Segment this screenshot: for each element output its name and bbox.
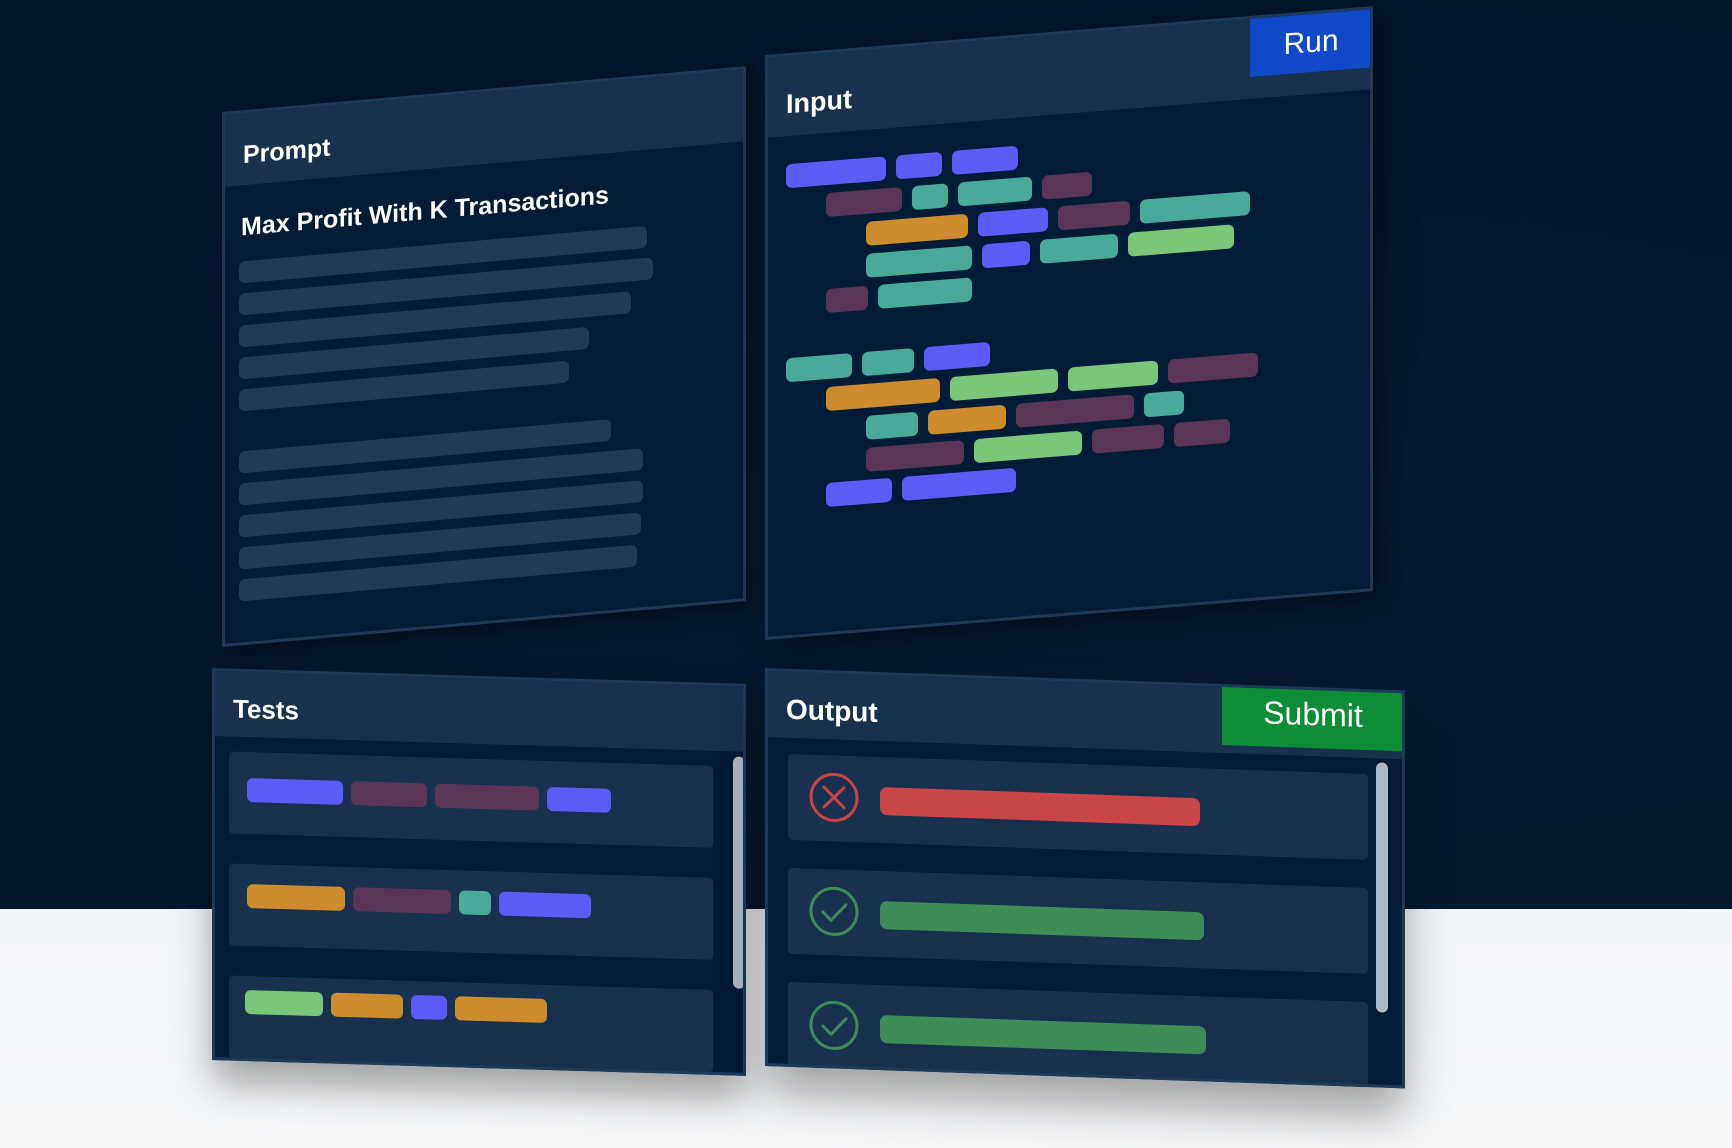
code-token bbox=[950, 368, 1058, 402]
check-circle-icon bbox=[809, 886, 859, 936]
code-token bbox=[786, 156, 886, 189]
code-token bbox=[866, 245, 972, 278]
output-title: Output bbox=[786, 693, 878, 728]
pass-result-bar bbox=[880, 901, 1204, 941]
code-token bbox=[1042, 171, 1092, 200]
input-title: Input bbox=[786, 84, 852, 120]
test-case[interactable] bbox=[229, 975, 713, 1072]
code-token bbox=[1140, 190, 1250, 224]
test-token bbox=[331, 992, 403, 1019]
code-token bbox=[1168, 352, 1258, 384]
test-token bbox=[499, 891, 591, 919]
code-token bbox=[928, 404, 1006, 435]
code-token bbox=[826, 377, 940, 412]
code-token bbox=[1068, 360, 1158, 392]
code-token bbox=[866, 213, 968, 246]
test-token bbox=[247, 778, 343, 805]
result-row-pass bbox=[788, 867, 1368, 975]
code-token bbox=[924, 341, 990, 372]
code-token bbox=[878, 277, 972, 309]
code-token bbox=[826, 477, 892, 508]
code-token bbox=[974, 430, 1082, 464]
check-circle-icon bbox=[809, 1000, 859, 1050]
tests-title: Tests bbox=[233, 693, 299, 726]
code-token bbox=[826, 285, 868, 314]
output-panel: Output Submit bbox=[765, 668, 1405, 1089]
x-circle-icon bbox=[809, 772, 859, 822]
prompt-title: Prompt bbox=[243, 133, 331, 170]
pass-result-bar bbox=[880, 1015, 1206, 1055]
code-token bbox=[912, 183, 948, 211]
test-token bbox=[435, 783, 539, 811]
code-token bbox=[952, 145, 1018, 175]
test-case[interactable] bbox=[229, 863, 713, 960]
test-token bbox=[353, 887, 451, 915]
test-case[interactable] bbox=[229, 751, 713, 848]
prompt-panel: Prompt Max Profit With K Transactions bbox=[222, 66, 746, 647]
code-token bbox=[896, 151, 942, 180]
code-token bbox=[786, 353, 852, 383]
code-token bbox=[866, 439, 964, 472]
run-button[interactable]: Run bbox=[1250, 9, 1372, 77]
tests-header: Tests bbox=[215, 671, 743, 752]
code-token bbox=[866, 411, 918, 440]
code-token bbox=[958, 176, 1032, 207]
app-stage: Prompt Max Profit With K Transactions In… bbox=[0, 0, 1732, 1148]
test-token bbox=[411, 994, 447, 1020]
tests-panel: Tests bbox=[212, 668, 746, 1076]
output-scrollbar[interactable] bbox=[1376, 762, 1388, 1013]
tests-scrollbar[interactable] bbox=[733, 756, 745, 989]
test-token bbox=[455, 996, 547, 1023]
test-token bbox=[459, 890, 491, 916]
code-token bbox=[902, 467, 1016, 501]
code-token bbox=[1058, 200, 1130, 231]
code-token bbox=[982, 240, 1030, 269]
code-token bbox=[978, 207, 1048, 237]
code-token bbox=[1174, 418, 1230, 448]
test-token bbox=[351, 781, 427, 808]
fail-result-bar bbox=[880, 787, 1200, 827]
code-token bbox=[1144, 390, 1184, 418]
test-token bbox=[547, 786, 611, 813]
code-token bbox=[1092, 423, 1164, 454]
result-row-fail bbox=[788, 753, 1368, 861]
test-token bbox=[245, 989, 323, 1017]
code-token bbox=[826, 186, 902, 218]
test-token bbox=[247, 884, 345, 911]
code-token bbox=[1040, 233, 1118, 264]
code-input-panel[interactable]: Input Run bbox=[765, 6, 1373, 640]
code-token bbox=[1128, 224, 1234, 257]
result-row-pass bbox=[788, 981, 1368, 1089]
code-token bbox=[1016, 394, 1134, 428]
code-token bbox=[862, 348, 914, 377]
